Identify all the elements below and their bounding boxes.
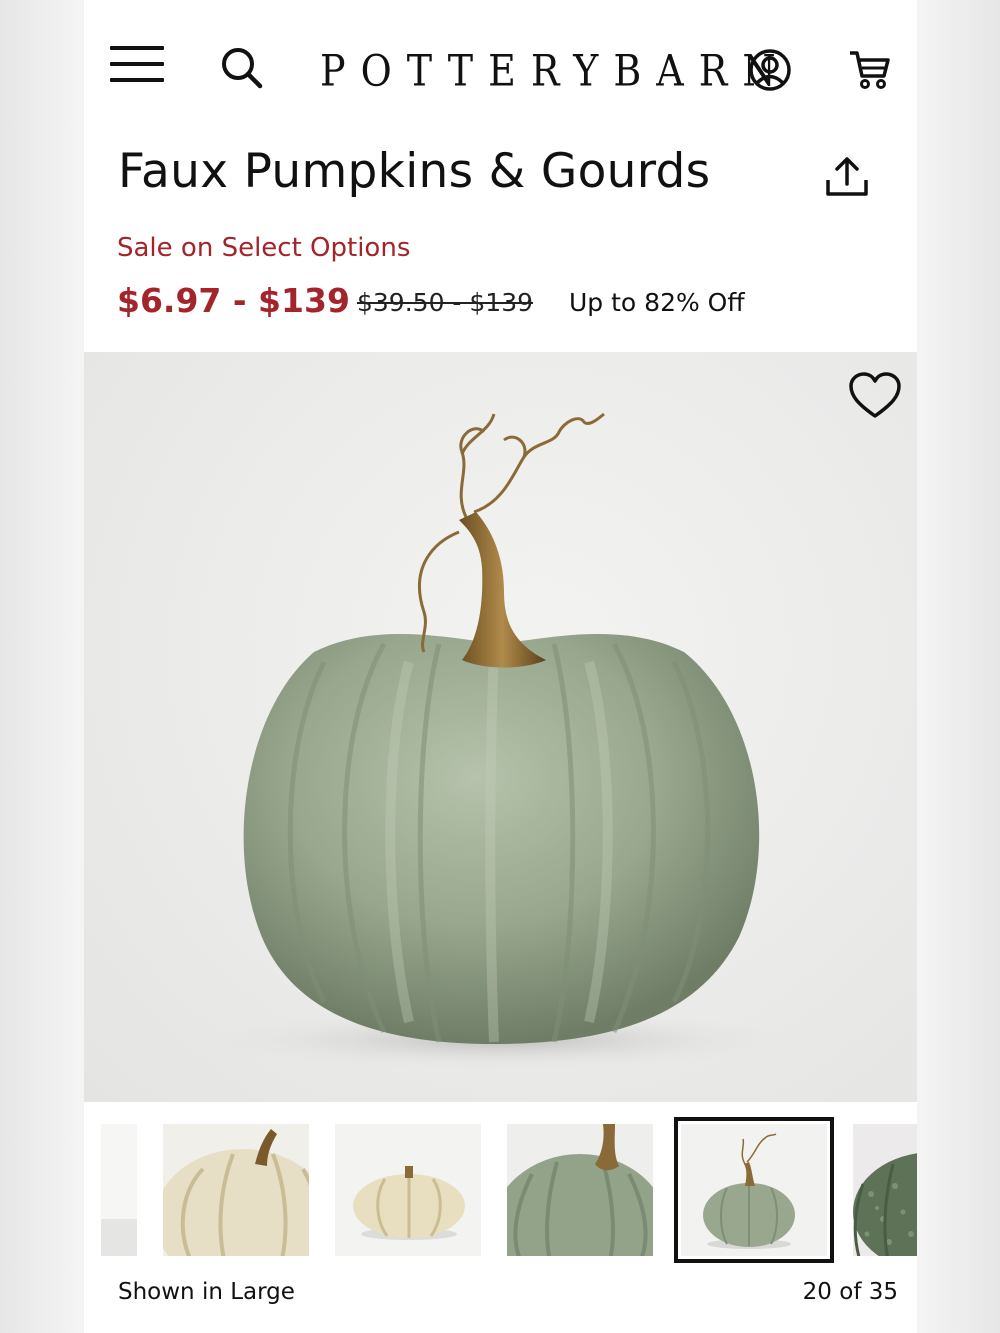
thumbnail-0[interactable] — [101, 1124, 137, 1256]
thumbnail-2[interactable] — [335, 1124, 481, 1256]
brand-logo[interactable]: POTTERYBARN — [320, 44, 776, 98]
thumbnail-strip — [84, 1102, 917, 1270]
thumbnail-1[interactable] — [163, 1124, 309, 1256]
search-icon[interactable] — [220, 46, 264, 90]
cart-icon[interactable] — [848, 48, 892, 92]
thumbnail-3[interactable] — [507, 1124, 653, 1256]
thumbnail-4-selected[interactable] — [674, 1117, 834, 1263]
image-counter: 20 of 35 — [802, 1279, 898, 1305]
sale-label: Sale on Select Options — [117, 233, 411, 263]
product-hero-image[interactable] — [84, 352, 917, 1102]
account-icon[interactable] — [748, 48, 792, 92]
original-price: $39.50 - $139 — [357, 288, 534, 317]
discount-text: Up to 82% Off — [569, 288, 745, 317]
thumbnail-5[interactable] — [853, 1124, 917, 1256]
app-viewport: POTTERYBARN Faux Pumpkins & Gourds Sale … — [84, 0, 917, 1333]
share-icon[interactable] — [824, 156, 870, 200]
sale-price: $6.97 - $139 — [117, 281, 350, 320]
hamburger-menu-icon[interactable] — [110, 44, 164, 84]
product-title: Faux Pumpkins & Gourds — [118, 144, 711, 199]
variant-caption: Shown in Large — [118, 1279, 295, 1305]
top-nav: POTTERYBARN — [84, 0, 917, 130]
green-pumpkin-illustration — [199, 412, 799, 1070]
heart-icon[interactable] — [848, 372, 902, 420]
